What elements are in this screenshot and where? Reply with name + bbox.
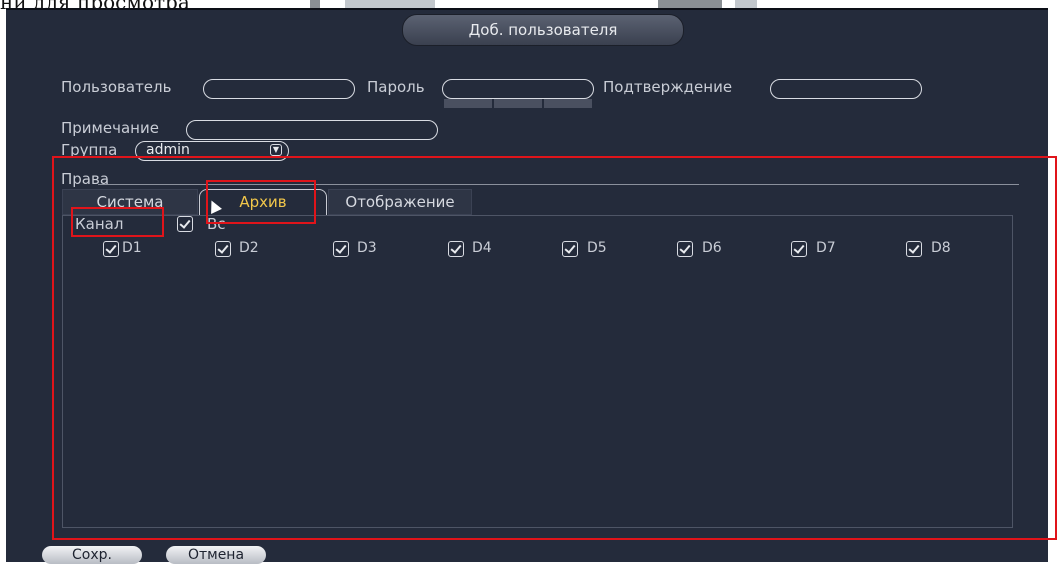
password-input[interactable]: [442, 79, 594, 99]
password-strength-bar: [444, 99, 492, 108]
select-all-label: Вс: [207, 215, 226, 233]
channel-checkbox-d3[interactable]: [333, 241, 349, 257]
group-label: Группа: [61, 141, 118, 159]
channel-label-d2: D2: [239, 240, 259, 256]
rights-divider: [98, 184, 1019, 185]
channel-label-d6: D6: [702, 240, 722, 256]
tab-system[interactable]: Система: [62, 189, 198, 215]
dialog-title: Доб. пользователя: [402, 14, 684, 46]
group-select-value: admin: [146, 142, 190, 158]
rights-panel: [62, 215, 1013, 528]
password-label: Пароль: [367, 78, 425, 96]
channel-checkbox-d1[interactable]: [103, 241, 119, 257]
rights-label: Права: [61, 170, 110, 188]
channel-checkbox-d4[interactable]: [448, 241, 464, 257]
channel-label-d5: D5: [587, 240, 607, 256]
cancel-button[interactable]: Отмена: [166, 546, 266, 564]
channel-label-d3: D3: [357, 240, 377, 256]
user-input[interactable]: [203, 79, 355, 99]
password-strength-bar: [494, 99, 542, 108]
group-select[interactable]: admin ▼: [135, 141, 289, 161]
channel-label: Канал: [75, 215, 124, 233]
user-label: Пользователь: [61, 78, 172, 96]
channel-checkbox-d7[interactable]: [791, 241, 807, 257]
note-input[interactable]: [186, 120, 438, 140]
note-label: Примечание: [61, 119, 159, 137]
chevron-down-icon[interactable]: ▼: [270, 144, 282, 156]
channel-checkbox-d8[interactable]: [906, 241, 922, 257]
password-strength-bar: [544, 99, 592, 108]
save-button[interactable]: Сохр.: [42, 546, 142, 564]
confirm-password-input[interactable]: [770, 79, 922, 99]
confirm-label: Подтверждение: [603, 78, 733, 96]
channel-label-d1: D1: [122, 240, 142, 256]
channel-label-d8: D8: [931, 240, 951, 256]
add-user-dialog: Доб. пользователя Пользователь Пароль По…: [6, 8, 1048, 564]
tab-display[interactable]: Отображение: [328, 189, 472, 215]
channel-label-d4: D4: [472, 240, 492, 256]
select-all-checkbox[interactable]: [177, 216, 193, 232]
channel-checkbox-d5[interactable]: [562, 241, 578, 257]
channel-checkbox-d2[interactable]: [215, 241, 231, 257]
channel-checkbox-d6[interactable]: [677, 241, 693, 257]
channel-label-d7: D7: [816, 240, 836, 256]
